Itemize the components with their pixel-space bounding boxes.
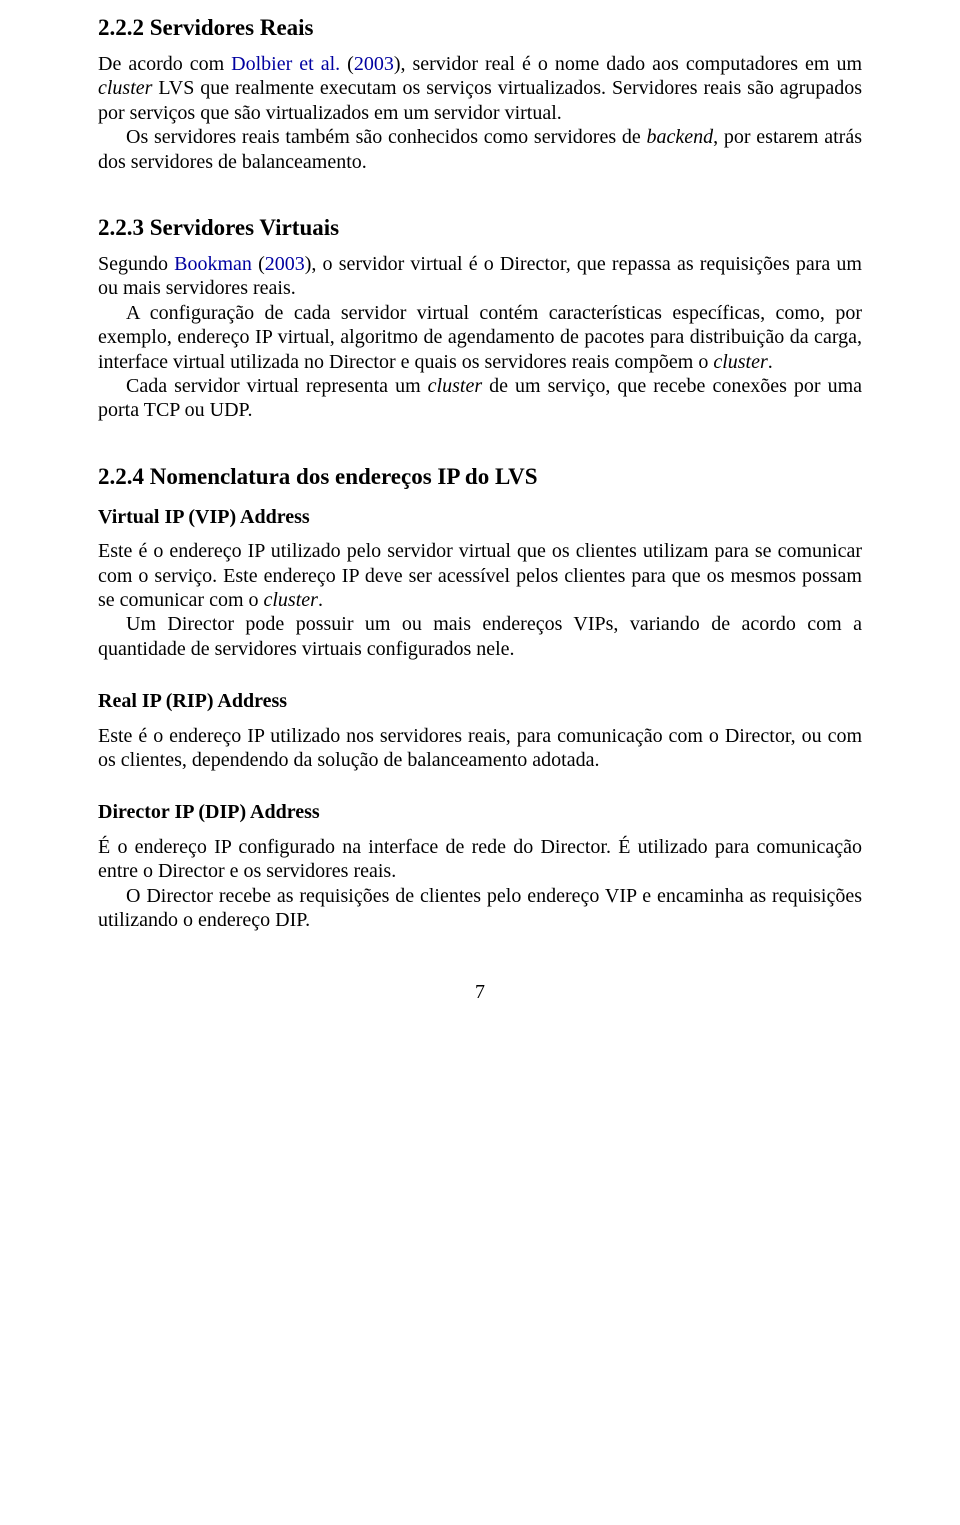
heading-dip: Director IP (DIP) Address	[98, 800, 862, 824]
citation-year[interactable]: 2003	[265, 253, 305, 275]
paragraph: A configuração de cada servidor virtual …	[98, 301, 862, 374]
paragraph: Os servidores reais também são conhecido…	[98, 125, 862, 174]
text: LVS que realmente executam os serviços v…	[98, 77, 862, 123]
text: Cada servidor virtual representa um	[126, 375, 428, 397]
text: Este é o endereço IP utilizado pelo serv…	[98, 540, 862, 611]
text: .	[768, 351, 773, 373]
paragraph: Cada servidor virtual representa um clus…	[98, 374, 862, 423]
paragraph: É o endereço IP configurado na interface…	[98, 835, 862, 884]
heading-2-2-3: 2.2.3 Servidores Virtuais	[98, 214, 862, 242]
text: É o endereço IP configurado na interface…	[98, 836, 862, 882]
text: (	[340, 53, 354, 75]
text: De acordo com	[98, 53, 231, 75]
page-number: 7	[98, 980, 862, 1004]
paragraph: Este é o endereço IP utilizado pelo serv…	[98, 539, 862, 612]
citation-author[interactable]: Bookman	[174, 253, 252, 275]
italic-term: cluster	[428, 375, 482, 397]
paragraph: Um Director pode possuir um ou mais ende…	[98, 612, 862, 661]
citation-author[interactable]: Dolbier et al.	[231, 53, 340, 75]
italic-term: backend	[647, 126, 714, 148]
text: .	[318, 589, 323, 611]
paragraph: Este é o endereço IP utilizado nos servi…	[98, 724, 862, 773]
paragraph: De acordo com Dolbier et al. (2003), ser…	[98, 52, 862, 125]
heading-vip: Virtual IP (VIP) Address	[98, 505, 862, 529]
text: Um Director pode possuir um ou mais ende…	[98, 613, 862, 659]
text: Segundo	[98, 253, 174, 275]
text: ), servidor real é o nome dado aos compu…	[394, 53, 862, 75]
italic-term: cluster	[264, 589, 318, 611]
paragraph: Segundo Bookman (2003), o servidor virtu…	[98, 252, 862, 301]
italic-term: cluster	[98, 77, 152, 99]
heading-2-2-2: 2.2.2 Servidores Reais	[98, 14, 862, 42]
text: Este é o endereço IP utilizado nos servi…	[98, 725, 862, 771]
text: (	[252, 253, 265, 275]
citation-year[interactable]: 2003	[354, 53, 394, 75]
paragraph: O Director recebe as requisições de clie…	[98, 884, 862, 933]
text: Os servidores reais também são conhecido…	[126, 126, 647, 148]
italic-term: cluster	[713, 351, 767, 373]
heading-rip: Real IP (RIP) Address	[98, 689, 862, 713]
text: O Director recebe as requisições de clie…	[98, 885, 862, 931]
heading-2-2-4: 2.2.4 Nomenclatura dos endereços IP do L…	[98, 463, 862, 491]
